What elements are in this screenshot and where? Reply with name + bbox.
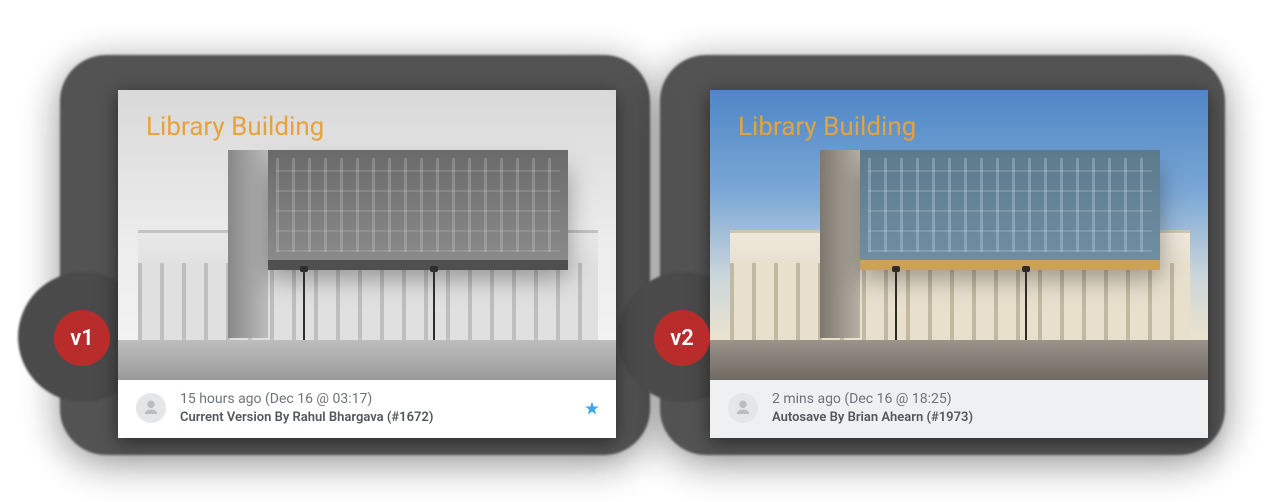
version-card-inner: Library Building 15 hours ago (Dec 16 @ … — [118, 90, 616, 438]
avatar — [728, 393, 758, 423]
version-badge-label: v2 — [670, 326, 694, 351]
version-timestamp: 2 mins ago (Dec 16 @ 18:25) — [772, 390, 973, 409]
user-icon — [142, 399, 160, 417]
slide-title: Library Building — [146, 112, 324, 142]
version-author-line: Current Version By Rahul Bhargava (#1672… — [180, 409, 433, 427]
version-badge-label: v1 — [70, 326, 94, 351]
user-icon — [734, 399, 752, 417]
version-meta-text: 15 hours ago (Dec 16 @ 03:17) Current Ve… — [180, 390, 433, 426]
version-badge-v1[interactable]: v1 — [54, 310, 110, 366]
version-card-inner: Library Building 2 mins ago (Dec 16 @ 18… — [710, 90, 1208, 438]
version-meta-bar[interactable]: 15 hours ago (Dec 16 @ 03:17) Current Ve… — [118, 380, 616, 438]
version-thumbnail[interactable]: Library Building — [118, 90, 616, 380]
version-card[interactable]: Library Building 2 mins ago (Dec 16 @ 18… — [710, 90, 1230, 420]
version-timestamp: 15 hours ago (Dec 16 @ 03:17) — [180, 390, 433, 409]
version-meta-bar[interactable]: 2 mins ago (Dec 16 @ 18:25) Autosave By … — [710, 380, 1208, 438]
version-badge-v2[interactable]: v2 — [654, 310, 710, 366]
version-meta-text: 2 mins ago (Dec 16 @ 18:25) Autosave By … — [772, 390, 973, 426]
slide-title: Library Building — [738, 112, 916, 142]
version-thumbnail[interactable]: Library Building — [710, 90, 1208, 380]
version-compare-stage: v1 v2 Library Building — [0, 0, 1280, 502]
version-author-line: Autosave By Brian Ahearn (#1973) — [772, 409, 973, 427]
version-card[interactable]: Library Building 15 hours ago (Dec 16 @ … — [118, 90, 638, 420]
star-icon[interactable]: ★ — [584, 399, 600, 420]
avatar — [136, 393, 166, 423]
